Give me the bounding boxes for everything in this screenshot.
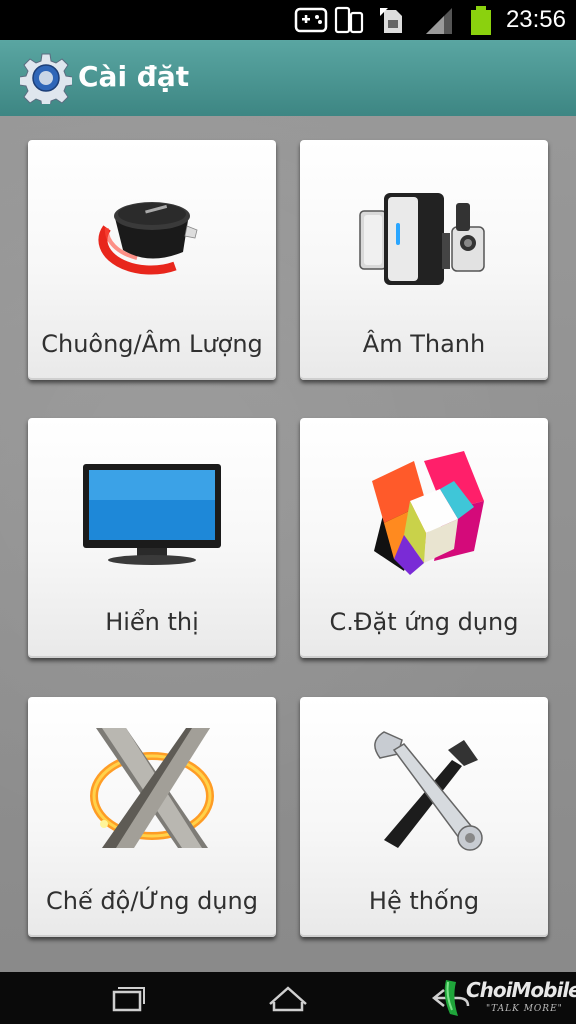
tile-ringtone-volume[interactable]: Chuông/Âm Lượng (28, 140, 276, 380)
speakers-icon (359, 193, 485, 285)
battery-icon (471, 6, 491, 35)
tile-label: Hệ thống (368, 887, 480, 915)
colorful-cubes-icon (372, 451, 484, 575)
settings-gear-icon[interactable] (20, 52, 72, 104)
watermark-tagline: "TALK MORE" (486, 1004, 563, 1014)
tile-label: Hiển thị (105, 608, 199, 636)
tile-label: Chế độ/Ứng dụng (46, 887, 258, 915)
phone-sync-icon (334, 6, 364, 34)
volume-knob-icon (98, 202, 198, 275)
home-icon[interactable] (266, 980, 310, 1016)
status-bar: 23:56 (0, 0, 576, 40)
watermark-text: ChoiMobile (466, 978, 576, 1002)
action-bar: Cài đặt (0, 40, 576, 116)
x-logo-icon (90, 728, 214, 848)
sim-card-icon (380, 8, 402, 33)
tile-label: Chuông/Âm Lượng (41, 330, 263, 358)
tile-system[interactable]: Hệ thống (300, 697, 548, 937)
signal-icon (426, 8, 452, 34)
tile-label: Âm Thanh (362, 330, 486, 358)
tile-sound[interactable]: Âm Thanh (300, 140, 548, 380)
tile-app-settings[interactable]: C.Đặt ứng dụng (300, 418, 548, 658)
wrench-hammer-icon (374, 731, 483, 851)
tile-display[interactable]: Hiển thị (28, 418, 276, 658)
tile-mode-apps[interactable]: Chế độ/Ứng dụng (28, 697, 276, 937)
recent-apps-icon[interactable] (108, 980, 148, 1016)
gamepad-icon (294, 7, 328, 33)
tile-label: C.Đặt ứng dụng (329, 608, 519, 636)
page-title: Cài đặt (78, 60, 190, 93)
watermark: ChoiMobile "TALK MORE" (440, 972, 576, 1024)
monitor-icon (83, 464, 221, 565)
clock: 23:56 (505, 6, 566, 33)
